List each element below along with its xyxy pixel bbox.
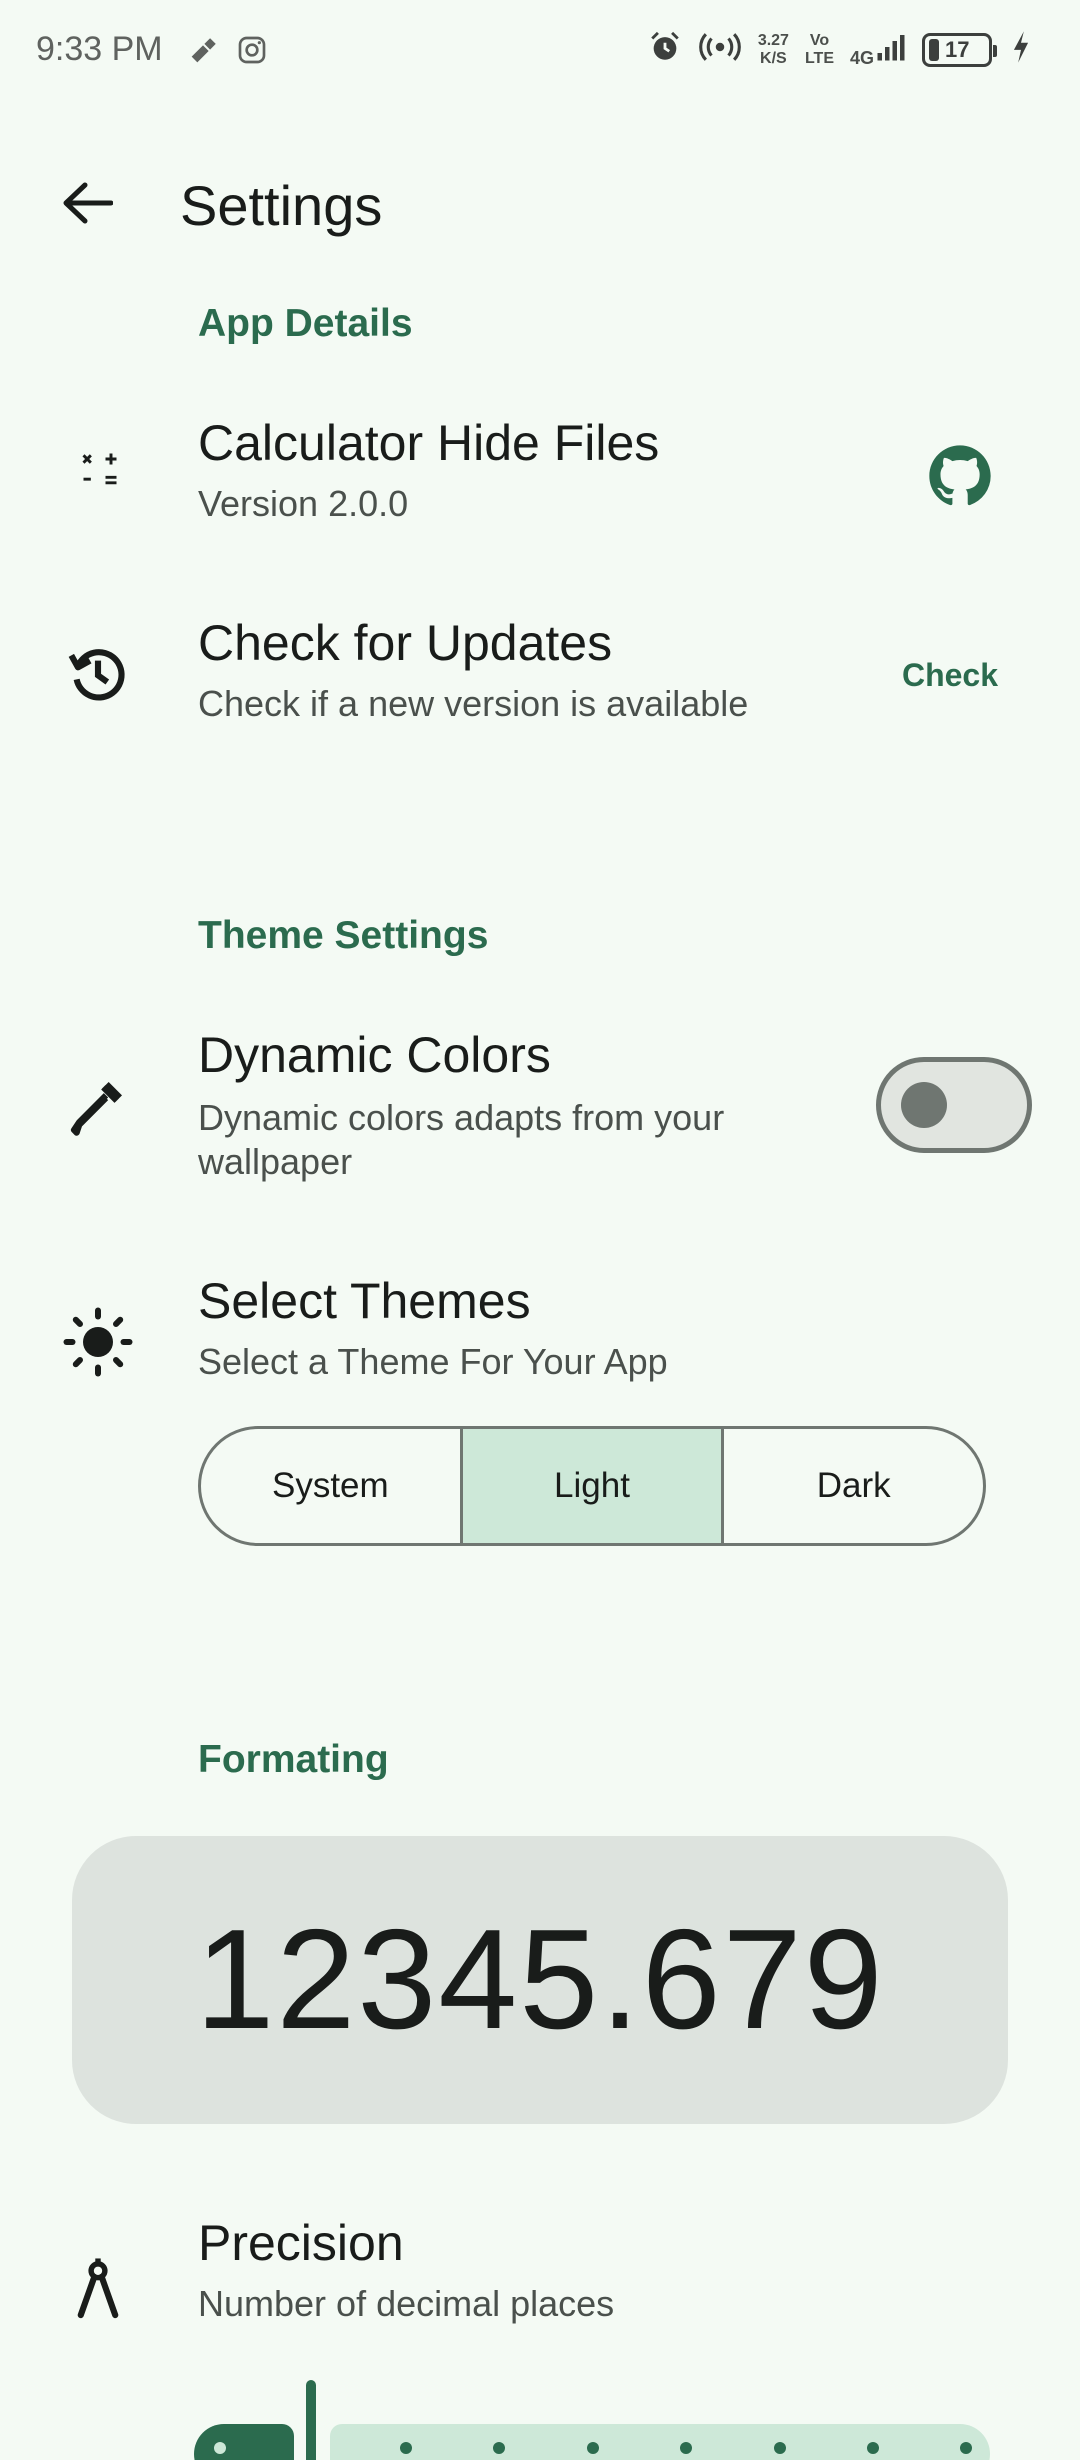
check-updates-subtitle: Check if a new version is available [198, 683, 749, 724]
section-header-theme-settings: Theme Settings [198, 914, 489, 957]
theme-segmented-control: System Light Dark [198, 1426, 986, 1546]
status-time: 9:33 PM [36, 30, 163, 68]
github-button[interactable] [920, 438, 1000, 518]
app-name: Calculator Hide Files [198, 415, 660, 471]
dynamic-colors-switch[interactable] [876, 1057, 1032, 1153]
slider-tick [960, 2442, 972, 2454]
signal-indicator: 4G [850, 32, 906, 67]
number-preview-card: 12345.679 [72, 1836, 1008, 2124]
slider-tick [400, 2442, 412, 2454]
battery-indicator: 17 [922, 32, 997, 67]
crossed-tool-icon [186, 34, 220, 73]
eyedropper-icon [58, 1066, 138, 1146]
status-bar: 9:33 PM 3.27 K/S Vo LTE 4G 17 [0, 0, 1080, 110]
switch-knob [901, 1082, 947, 1128]
select-themes-subtitle: Select a Theme For Your App [198, 1341, 668, 1382]
arrow-left-icon [61, 181, 114, 230]
section-header-app-details: App Details [198, 302, 413, 345]
sun-icon [58, 1302, 138, 1382]
theme-option-system[interactable]: System [201, 1429, 460, 1543]
slider-tick [774, 2442, 786, 2454]
instagram-icon [236, 34, 268, 73]
dynamic-colors-subtitle-line2: wallpaper [198, 1141, 353, 1182]
app-version: Version 2.0.0 [198, 483, 409, 524]
dynamic-colors-title: Dynamic Colors [198, 1027, 551, 1083]
slider-tick [867, 2442, 879, 2454]
status-system-icons: 3.27 K/S Vo LTE 4G 17 [648, 30, 1034, 69]
slider-active-track [194, 2424, 294, 2460]
compass-icon [58, 2248, 138, 2328]
section-header-formatting: Formating [198, 1738, 389, 1781]
history-icon [58, 634, 138, 714]
status-notification-icons [186, 34, 268, 73]
slider-thumb[interactable] [306, 2380, 316, 2460]
theme-option-dark[interactable]: Dark [721, 1429, 983, 1543]
slider-tick-active [214, 2442, 226, 2454]
slider-tick [587, 2442, 599, 2454]
github-icon [928, 444, 992, 513]
charging-icon [1008, 30, 1034, 69]
slider-tick [680, 2442, 692, 2454]
back-button[interactable] [52, 170, 122, 240]
precision-title: Precision [198, 2215, 404, 2271]
page-title: Settings [180, 174, 383, 237]
check-button[interactable]: Check [880, 645, 1020, 705]
number-preview: 12345.679 [195, 1900, 885, 2059]
dynamic-colors-subtitle-line1: Dynamic colors adapts from your [198, 1097, 725, 1138]
select-themes-row: Select Themes Select a Theme For Your Ap… [0, 1258, 1080, 1408]
hotspot-icon [698, 30, 742, 69]
alarm-icon [648, 30, 682, 69]
precision-subtitle: Number of decimal places [198, 2283, 615, 2324]
network-speed: 3.27 K/S [757, 31, 789, 67]
calculator-icon [60, 430, 140, 510]
volte-indicator: Vo LTE [804, 31, 834, 67]
app-info-row[interactable]: Calculator Hide Files Version 2.0.0 [0, 400, 1080, 550]
slider-tick [493, 2442, 505, 2454]
check-updates-title: Check for Updates [198, 615, 613, 671]
theme-option-light[interactable]: Light [459, 1429, 722, 1543]
slider-inactive-track [330, 2424, 990, 2460]
precision-row: Precision Number of decimal places [0, 2200, 1080, 2350]
select-themes-title: Select Themes [198, 1273, 531, 1329]
signal-icon [876, 32, 906, 67]
